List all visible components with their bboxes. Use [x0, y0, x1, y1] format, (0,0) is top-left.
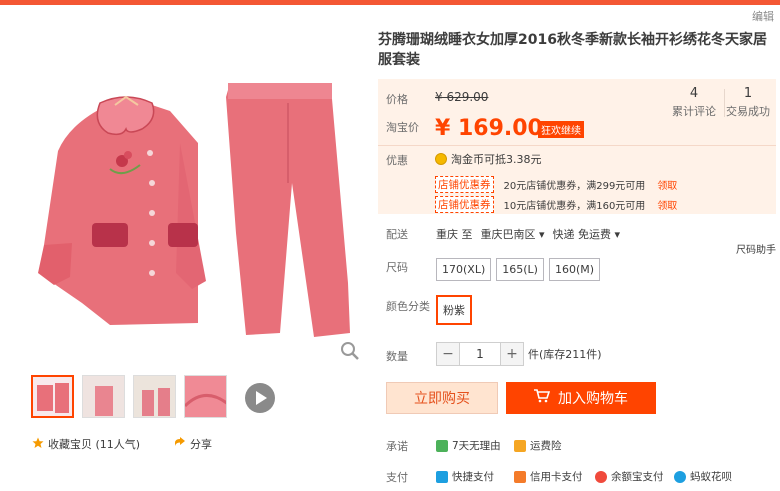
share-icon [174, 436, 186, 452]
size-option[interactable]: 170(XL) [436, 258, 492, 281]
offers-label: 优惠 [386, 154, 408, 167]
stock-text: 件(库存211件) [528, 348, 602, 361]
coupon-row-1: 店铺优惠券 20元店铺优惠券，满299元可用 领取 [435, 176, 677, 193]
coin-icon [435, 153, 447, 165]
thumbnail-4[interactable] [184, 375, 227, 418]
delivery-label: 配送 [386, 228, 408, 241]
payment-item[interactable]: 快捷支付 [436, 469, 494, 484]
main-product-image[interactable] [30, 33, 363, 366]
coupon-get-link[interactable]: 领取 [657, 177, 677, 192]
size-helper-link[interactable]: 尺码助手 [736, 241, 776, 256]
yuebao-icon [595, 470, 607, 483]
delivery-method[interactable]: 快递 免运费 ▾ [553, 226, 621, 242]
price-divider [378, 145, 776, 146]
promo-price: ¥ 169.00 [435, 116, 543, 141]
thumbnail-strip [31, 375, 227, 418]
delivery-destination[interactable]: 重庆巴南区 ▾ [481, 226, 545, 242]
payment-text: 快捷支付 [452, 471, 494, 483]
destination-text: 重庆巴南区 [480, 228, 536, 241]
color-option-selected[interactable]: 粉紫 [436, 295, 472, 325]
coupon-text: 10元店铺优惠券，满160元可用 [503, 201, 646, 212]
promo-tag: 狂欢继续 [538, 121, 584, 138]
quantity-label: 数量 [386, 350, 408, 363]
top-nav-strip [0, 0, 780, 5]
payment-label: 支付 [386, 471, 408, 484]
play-video-icon[interactable] [245, 383, 275, 413]
payment-text: 蚂蚁花呗 [690, 471, 732, 483]
coupon-text: 20元店铺优惠券，满299元可用 [503, 181, 646, 192]
method-text: 快递 免运费 [552, 228, 612, 241]
payment-item[interactable]: 余额宝支付 [595, 469, 664, 484]
coupon-row-2: 店铺优惠券 10元店铺优惠券，满160元可用 领取 [435, 196, 677, 213]
product-title: 芬腾珊瑚绒睡衣女加厚2016秋冬季新款长袖开衫绣花冬天家居服套装 [378, 32, 767, 68]
edit-link[interactable]: 编辑 [752, 8, 774, 24]
add-cart-label: 加入购物车 [558, 391, 628, 407]
sales-count-label: 交易成功 [726, 105, 770, 118]
sales-count: 1 交易成功 [718, 86, 778, 119]
favorite-label: 收藏宝贝 (11人气) [48, 438, 141, 451]
promise-item-7day[interactable]: 7天无理由 [436, 438, 501, 453]
pajama-jacket [38, 95, 206, 325]
favorite-button[interactable]: 收藏宝贝 (11人气) [32, 436, 140, 452]
taojinbi-offer: 淘金币可抵3.38元 [435, 151, 542, 167]
quantity-stepper: − 1 + 件(库存211件) [436, 342, 602, 366]
coupon-tag: 店铺优惠券 [435, 176, 494, 193]
payment-item[interactable]: 信用卡支付 [514, 469, 583, 484]
quantity-plus-button[interactable]: + [500, 342, 524, 366]
promise-text: 运费险 [530, 440, 562, 452]
sales-count-number: 1 [743, 86, 753, 101]
review-count[interactable]: 4 累计评论 [664, 86, 724, 119]
promise-item-shipping-insurance[interactable]: 运费险 [514, 438, 562, 453]
seven-day-icon [436, 439, 448, 452]
delivery-from: 重庆 至 [436, 228, 473, 241]
review-count-number: 4 [689, 86, 699, 101]
coin-offer-text: 淘金币可抵3.38元 [451, 153, 542, 166]
price-panel: 价格 ¥ 629.00 4 累计评论 1 交易成功 淘宝价 ¥ 169.00 狂… [378, 79, 776, 214]
cart-icon [534, 389, 551, 407]
coupon-tag: 店铺优惠券 [435, 196, 494, 213]
size-option[interactable]: 165(L) [496, 258, 544, 281]
size-options: 170(XL) 165(L) 160(M) [436, 258, 601, 281]
price-label: 价格 [386, 93, 408, 106]
promise-label: 承诺 [386, 440, 408, 453]
share-button[interactable]: 分享 [174, 436, 212, 452]
share-label: 分享 [190, 438, 212, 451]
promo-price-label: 淘宝价 [386, 121, 419, 134]
shipping-insurance-icon [514, 439, 526, 452]
credit-card-icon [514, 470, 526, 483]
promise-text: 7天无理由 [452, 440, 501, 452]
pajama-pants [226, 83, 350, 337]
thumbnail-3[interactable] [133, 375, 176, 418]
huabei-icon [674, 470, 686, 483]
payment-text: 余额宝支付 [611, 471, 664, 483]
quantity-minus-button[interactable]: − [436, 342, 460, 366]
add-to-cart-button[interactable]: 加入购物车 [506, 382, 656, 414]
payment-text: 信用卡支付 [530, 471, 583, 483]
review-count-label: 累计评论 [672, 105, 716, 118]
size-option[interactable]: 160(M) [548, 258, 601, 281]
star-icon [32, 437, 44, 452]
coupon-get-link[interactable]: 领取 [657, 197, 677, 212]
thumbnail-2[interactable] [82, 375, 125, 418]
original-price: ¥ 629.00 [435, 90, 489, 104]
delivery-info: 重庆 至 重庆巴南区 ▾ 快递 免运费 ▾ [436, 226, 620, 242]
quick-pay-icon [436, 470, 448, 483]
zoom-icon[interactable] [337, 338, 363, 364]
size-label: 尺码 [386, 261, 408, 274]
thumbnail-1[interactable] [31, 375, 74, 418]
color-label: 颜色分类 [386, 300, 430, 313]
quantity-input[interactable]: 1 [460, 342, 500, 366]
payment-item[interactable]: 蚂蚁花呗 [674, 469, 732, 484]
buy-now-button[interactable]: 立即购买 [386, 382, 498, 414]
